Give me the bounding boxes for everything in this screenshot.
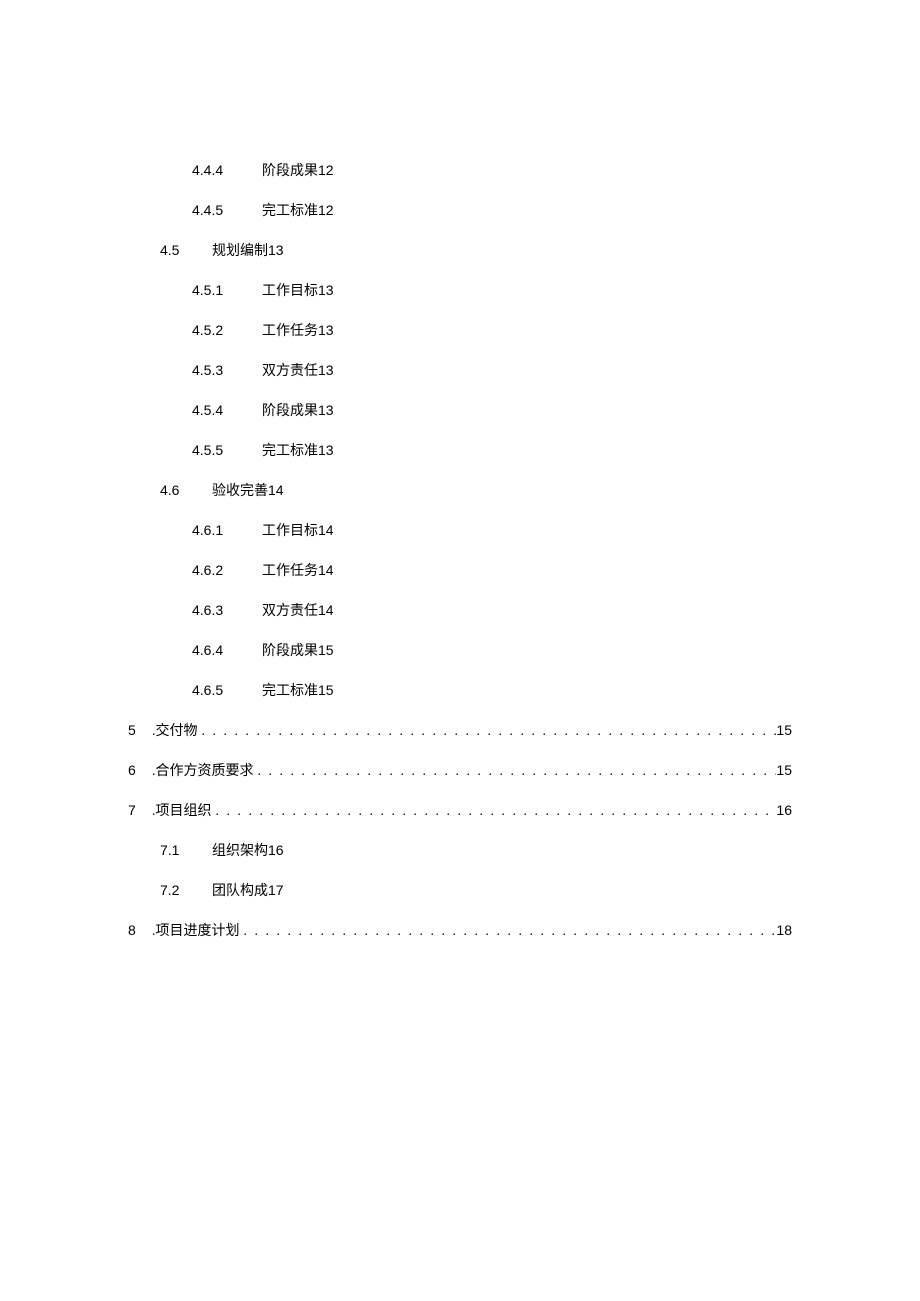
- toc-entry-number: 4.6.2: [192, 562, 262, 578]
- toc-entry-title: 阶段成果: [262, 400, 318, 420]
- toc-entry-number: 4.4.5: [192, 202, 262, 218]
- toc-entry-title: 组织架构: [212, 840, 268, 860]
- toc-entry: 4.5.3双方责任13: [128, 360, 792, 380]
- toc-entry-title: 工作目标: [262, 280, 318, 300]
- toc-entry: 4.4.4阶段成果12: [128, 160, 792, 180]
- toc-entry-page: 14: [318, 602, 334, 618]
- toc-entry: 7.项目组织. . . . . . . . . . . . . . . . . …: [128, 800, 792, 820]
- toc-entry-page: 16: [776, 802, 792, 818]
- toc-entry-number: 4.6: [160, 482, 212, 498]
- toc-entry-number: 4.5.2: [192, 322, 262, 338]
- toc-entry-number: 4.6.5: [192, 682, 262, 698]
- toc-entry-title: 合作方资质要求: [156, 760, 254, 780]
- toc-entry-number: 7.2: [160, 882, 212, 898]
- toc-entry: 4.6.1工作目标14: [128, 520, 792, 540]
- toc-entry: 7.1组织架构16: [128, 840, 792, 860]
- toc-entry: 4.5.4阶段成果13: [128, 400, 792, 420]
- toc-entry-title: 工作目标: [262, 520, 318, 540]
- toc-dot-leader: . . . . . . . . . . . . . . . . . . . . …: [240, 924, 777, 940]
- toc-entry-page: 12: [318, 162, 334, 178]
- toc-entry-title: 阶段成果: [262, 640, 318, 660]
- toc-entry: 4.5.5完工标准13: [128, 440, 792, 460]
- toc-entry-title: 验收完善: [212, 480, 268, 500]
- toc-entry: 4.6.4阶段成果15: [128, 640, 792, 660]
- toc-entry-page: 12: [318, 202, 334, 218]
- toc-entry-page: 14: [318, 562, 334, 578]
- toc-entry-title: 双方责任: [262, 600, 318, 620]
- toc-entry-number: 4.5.1: [192, 282, 262, 298]
- toc-entry-page: 15: [776, 762, 792, 778]
- toc-entry: 4.6.2工作任务14: [128, 560, 792, 580]
- toc-entry-title: 双方责任: [262, 360, 318, 380]
- toc-entry-title: 交付物: [156, 720, 198, 740]
- toc-entry-page: 15: [318, 682, 334, 698]
- toc-entry: 4.6.5完工标准15: [128, 680, 792, 700]
- toc-entry-number: 6: [128, 762, 152, 778]
- toc-entry: 4.6.3双方责任14: [128, 600, 792, 620]
- toc-entry-title: 工作任务: [262, 560, 318, 580]
- toc-entry: 4.5.1工作目标13: [128, 280, 792, 300]
- table-of-contents: 4.4.4阶段成果124.4.5完工标准124.5规划编制134.5.1工作目标…: [128, 160, 792, 940]
- toc-entry-page: 13: [318, 282, 334, 298]
- toc-entry-number: 4.5.5: [192, 442, 262, 458]
- toc-entry-number: 4.5: [160, 242, 212, 258]
- toc-entry-page: 17: [268, 882, 284, 898]
- toc-entry-title: 完工标准: [262, 200, 318, 220]
- toc-entry-number: 4.6.3: [192, 602, 262, 618]
- toc-entry-number: 4.5.4: [192, 402, 262, 418]
- toc-entry-number: 7.1: [160, 842, 212, 858]
- toc-entry-number: 5: [128, 722, 152, 738]
- toc-entry-page: 15: [776, 722, 792, 738]
- toc-entry: 6.合作方资质要求. . . . . . . . . . . . . . . .…: [128, 760, 792, 780]
- toc-entry: 4.5规划编制13: [128, 240, 792, 260]
- toc-entry-page: 13: [318, 442, 334, 458]
- toc-entry-number: 8: [128, 922, 152, 938]
- toc-entry-title: 阶段成果: [262, 160, 318, 180]
- toc-entry-page: 13: [318, 362, 334, 378]
- toc-entry-page: 18: [776, 922, 792, 938]
- toc-entry-title: 项目进度计划: [156, 920, 240, 940]
- toc-entry-number: 4.6.1: [192, 522, 262, 538]
- toc-entry-title: 完工标准: [262, 440, 318, 460]
- toc-entry-title: 项目组织: [156, 800, 212, 820]
- toc-entry-page: 15: [318, 642, 334, 658]
- toc-entry-page: 14: [268, 482, 284, 498]
- toc-entry: 5.交付物. . . . . . . . . . . . . . . . . .…: [128, 720, 792, 740]
- toc-entry-number: 7: [128, 802, 152, 818]
- toc-entry: 8.项目进度计划. . . . . . . . . . . . . . . . …: [128, 920, 792, 940]
- toc-entry-page: 14: [318, 522, 334, 538]
- toc-entry-page: 13: [318, 402, 334, 418]
- toc-entry: 4.6验收完善14: [128, 480, 792, 500]
- toc-dot-leader: . . . . . . . . . . . . . . . . . . . . …: [254, 764, 777, 780]
- toc-entry-number: 4.6.4: [192, 642, 262, 658]
- toc-entry-number: 4.5.3: [192, 362, 262, 378]
- toc-entry-title: 团队构成: [212, 880, 268, 900]
- toc-dot-leader: . . . . . . . . . . . . . . . . . . . . …: [198, 724, 777, 740]
- toc-entry: 7.2团队构成17: [128, 880, 792, 900]
- toc-dot-leader: . . . . . . . . . . . . . . . . . . . . …: [212, 804, 777, 820]
- toc-entry-page: 13: [318, 322, 334, 338]
- toc-entry-title: 完工标准: [262, 680, 318, 700]
- toc-entry: 4.5.2工作任务13: [128, 320, 792, 340]
- toc-entry: 4.4.5完工标准12: [128, 200, 792, 220]
- toc-entry-number: 4.4.4: [192, 162, 262, 178]
- toc-entry-page: 16: [268, 842, 284, 858]
- toc-entry-page: 13: [268, 242, 284, 258]
- toc-entry-title: 规划编制: [212, 240, 268, 260]
- toc-entry-title: 工作任务: [262, 320, 318, 340]
